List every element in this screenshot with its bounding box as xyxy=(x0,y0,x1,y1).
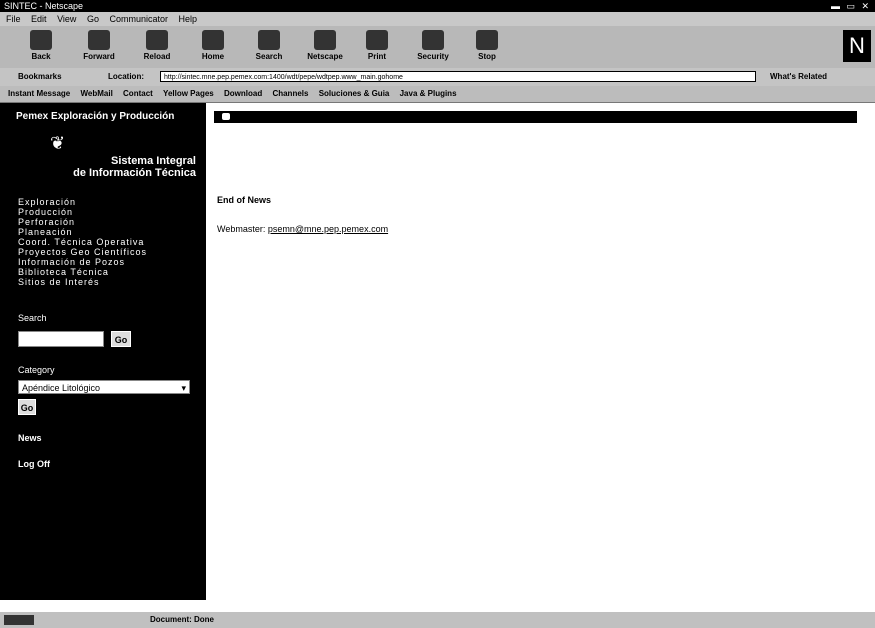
search-go-button[interactable]: Go xyxy=(111,331,131,347)
security-button[interactable]: Security xyxy=(410,28,456,66)
menu-help[interactable]: Help xyxy=(179,14,198,24)
link-channels[interactable]: Channels xyxy=(272,89,308,98)
location-label: Location: xyxy=(108,72,144,81)
logoff-link[interactable]: Log Off xyxy=(18,459,50,469)
menu-view[interactable]: View xyxy=(57,14,76,24)
bookmarks-button[interactable]: Bookmarks xyxy=(18,68,62,86)
webmaster-email-link[interactable]: psemn@mne.pep.pemex.com xyxy=(268,224,388,234)
menu-file[interactable]: File xyxy=(6,14,21,24)
whats-related-button[interactable]: What's Related xyxy=(770,68,827,86)
netscape-icon xyxy=(314,30,336,50)
url-input[interactable]: http://sintec.mne.pep.pemex.com:1400/wdt… xyxy=(160,71,756,82)
stop-icon xyxy=(476,30,498,50)
sidebar-item-proyectos[interactable]: Proyectos Geo Científicos xyxy=(18,247,147,257)
sidebar-item-pozos[interactable]: Información de Pozos xyxy=(18,257,147,267)
back-button[interactable]: Back xyxy=(18,28,64,66)
status-bar: Document: Done xyxy=(0,612,875,628)
sidebar-nav: Exploración Producción Perforación Plane… xyxy=(18,197,147,287)
print-button[interactable]: Print xyxy=(354,28,400,66)
search-button[interactable]: Search xyxy=(246,28,292,66)
lock-icon xyxy=(422,30,444,50)
link-contact[interactable]: Contact xyxy=(123,89,153,98)
reload-icon xyxy=(146,30,168,50)
chevron-down-icon: ▾ xyxy=(181,383,186,393)
sidebar-item-produccion[interactable]: Producción xyxy=(18,207,147,217)
search-icon xyxy=(258,30,280,50)
window-title: SINTEC - Netscape xyxy=(4,1,84,11)
security-status-icon xyxy=(4,615,34,625)
print-icon xyxy=(366,30,388,50)
menu-communicator[interactable]: Communicator xyxy=(109,14,168,24)
netscape-logo-icon: N xyxy=(843,30,871,62)
search-input[interactable] xyxy=(18,331,104,347)
status-text: Document: Done xyxy=(150,615,214,624)
sidebar-item-sitios[interactable]: Sitios de Interés xyxy=(18,277,147,287)
category-label: Category xyxy=(18,365,55,375)
menu-edit[interactable]: Edit xyxy=(31,14,47,24)
sidebar-item-perforacion[interactable]: Perforación xyxy=(18,217,147,227)
back-icon xyxy=(30,30,52,50)
category-go-button[interactable]: Go xyxy=(18,399,36,415)
sidebar-item-biblioteca[interactable]: Biblioteca Técnica xyxy=(18,267,147,277)
sidebar-item-coord-tecnica[interactable]: Coord. Técnica Operativa xyxy=(18,237,147,247)
link-instant-message[interactable]: Instant Message xyxy=(8,89,70,98)
end-of-news: End of News xyxy=(217,195,272,205)
sidebar-item-planeacion[interactable]: Planeación xyxy=(18,227,147,237)
window-controls[interactable]: ▬ ▭ ✕ xyxy=(831,0,871,12)
sidebar-item-exploracion[interactable]: Exploración xyxy=(18,197,147,207)
window-titlebar: SINTEC - Netscape ▬ ▭ ✕ xyxy=(0,0,875,12)
bullet-icon xyxy=(222,113,230,120)
system-title: Sistema Integral de Información Técnica xyxy=(73,155,196,179)
news-link[interactable]: News xyxy=(18,433,42,443)
content-header-bar xyxy=(214,111,857,123)
netscape-button[interactable]: Netscape xyxy=(302,28,348,66)
reload-button[interactable]: Reload xyxy=(134,28,180,66)
personal-toolbar: Instant Message WebMail Contact Yellow P… xyxy=(0,86,875,103)
home-icon xyxy=(202,30,224,50)
menu-go[interactable]: Go xyxy=(87,14,99,24)
menu-bar: File Edit View Go Communicator Help xyxy=(0,12,875,26)
navigation-toolbar: Back Forward Reload Home Search Netscape… xyxy=(0,26,875,69)
link-download[interactable]: Download xyxy=(224,89,262,98)
location-bar: Bookmarks Location: http://sintec.mne.pe… xyxy=(0,68,875,86)
link-webmail[interactable]: WebMail xyxy=(80,89,112,98)
sidebar: Pemex Exploración y Producción ❦ Sistema… xyxy=(0,103,206,600)
link-java-plugins[interactable]: Java & Plugins xyxy=(400,89,457,98)
sidebar-header: Pemex Exploración y Producción xyxy=(16,111,175,122)
home-button[interactable]: Home xyxy=(190,28,236,66)
link-soluciones[interactable]: Soluciones & Guia xyxy=(319,89,390,98)
pemex-logo-icon: ❦ xyxy=(50,133,66,153)
category-select-value: Apéndice Litológico xyxy=(22,383,101,393)
stop-button[interactable]: Stop xyxy=(464,28,510,66)
search-label: Search xyxy=(18,313,47,323)
webmaster-label: Webmaster: xyxy=(217,224,266,234)
forward-icon xyxy=(88,30,110,50)
webmaster-line: Webmaster: psemn@mne.pep.pemex.com xyxy=(217,224,388,234)
category-select[interactable]: Apéndice Litológico ▾ xyxy=(18,380,190,394)
forward-button[interactable]: Forward xyxy=(76,28,122,66)
link-yellow-pages[interactable]: Yellow Pages xyxy=(163,89,214,98)
